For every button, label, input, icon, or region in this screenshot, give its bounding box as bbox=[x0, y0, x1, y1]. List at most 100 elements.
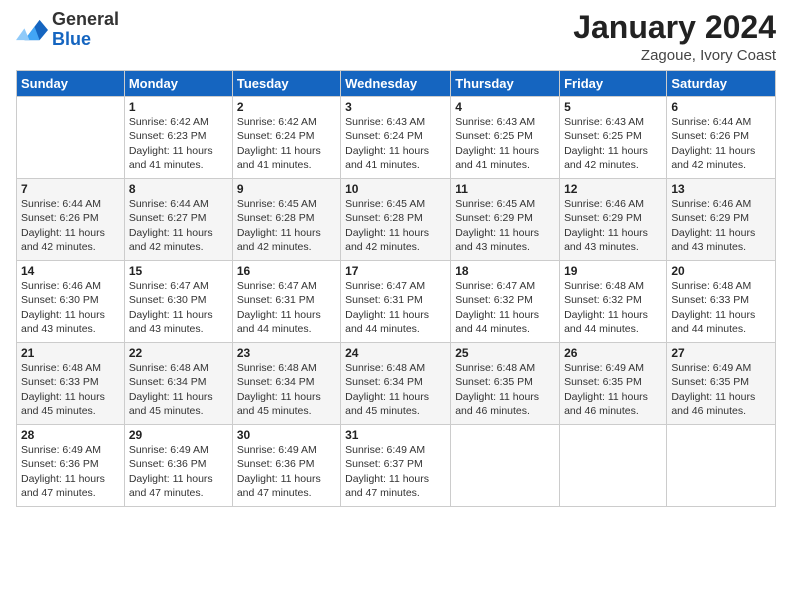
col-sunday: Sunday bbox=[17, 71, 125, 97]
day-number: 18 bbox=[455, 264, 555, 278]
day-number: 6 bbox=[671, 100, 771, 114]
day-info: Sunrise: 6:47 AMSunset: 6:32 PMDaylight:… bbox=[455, 279, 555, 336]
day-number: 20 bbox=[671, 264, 771, 278]
day-info: Sunrise: 6:43 AMSunset: 6:24 PMDaylight:… bbox=[345, 115, 446, 172]
day-number: 24 bbox=[345, 346, 446, 360]
page: General Blue January 2024 Zagoue, Ivory … bbox=[0, 0, 792, 612]
day-info: Sunrise: 6:43 AMSunset: 6:25 PMDaylight:… bbox=[455, 115, 555, 172]
calendar-cell: 26Sunrise: 6:49 AMSunset: 6:35 PMDayligh… bbox=[560, 343, 667, 425]
day-number: 10 bbox=[345, 182, 446, 196]
day-info: Sunrise: 6:47 AMSunset: 6:30 PMDaylight:… bbox=[129, 279, 228, 336]
day-info: Sunrise: 6:44 AMSunset: 6:26 PMDaylight:… bbox=[671, 115, 771, 172]
calendar-cell: 30Sunrise: 6:49 AMSunset: 6:36 PMDayligh… bbox=[232, 425, 340, 507]
col-saturday: Saturday bbox=[667, 71, 776, 97]
calendar-cell: 27Sunrise: 6:49 AMSunset: 6:35 PMDayligh… bbox=[667, 343, 776, 425]
day-info: Sunrise: 6:42 AMSunset: 6:24 PMDaylight:… bbox=[237, 115, 336, 172]
day-number: 3 bbox=[345, 100, 446, 114]
day-info: Sunrise: 6:49 AMSunset: 6:36 PMDaylight:… bbox=[21, 443, 120, 500]
calendar-cell: 14Sunrise: 6:46 AMSunset: 6:30 PMDayligh… bbox=[17, 261, 125, 343]
day-info: Sunrise: 6:48 AMSunset: 6:33 PMDaylight:… bbox=[671, 279, 771, 336]
col-wednesday: Wednesday bbox=[341, 71, 451, 97]
calendar-cell bbox=[451, 425, 560, 507]
day-info: Sunrise: 6:48 AMSunset: 6:34 PMDaylight:… bbox=[237, 361, 336, 418]
day-info: Sunrise: 6:48 AMSunset: 6:35 PMDaylight:… bbox=[455, 361, 555, 418]
day-info: Sunrise: 6:49 AMSunset: 6:37 PMDaylight:… bbox=[345, 443, 446, 500]
calendar-cell: 29Sunrise: 6:49 AMSunset: 6:36 PMDayligh… bbox=[124, 425, 232, 507]
calendar-cell bbox=[560, 425, 667, 507]
day-number: 23 bbox=[237, 346, 336, 360]
day-info: Sunrise: 6:48 AMSunset: 6:32 PMDaylight:… bbox=[564, 279, 662, 336]
calendar-cell: 11Sunrise: 6:45 AMSunset: 6:29 PMDayligh… bbox=[451, 179, 560, 261]
logo-blue: Blue bbox=[52, 30, 119, 50]
day-number: 29 bbox=[129, 428, 228, 442]
day-info: Sunrise: 6:49 AMSunset: 6:35 PMDaylight:… bbox=[671, 361, 771, 418]
calendar-cell: 19Sunrise: 6:48 AMSunset: 6:32 PMDayligh… bbox=[560, 261, 667, 343]
calendar-cell: 17Sunrise: 6:47 AMSunset: 6:31 PMDayligh… bbox=[341, 261, 451, 343]
day-number: 28 bbox=[21, 428, 120, 442]
title-block: January 2024 Zagoue, Ivory Coast bbox=[573, 10, 776, 64]
calendar-cell: 16Sunrise: 6:47 AMSunset: 6:31 PMDayligh… bbox=[232, 261, 340, 343]
calendar-cell: 2Sunrise: 6:42 AMSunset: 6:24 PMDaylight… bbox=[232, 97, 340, 179]
logo-general: General bbox=[52, 10, 119, 30]
month-title: January 2024 bbox=[573, 10, 776, 45]
calendar-header-row: Sunday Monday Tuesday Wednesday Thursday… bbox=[17, 71, 776, 97]
calendar-cell: 12Sunrise: 6:46 AMSunset: 6:29 PMDayligh… bbox=[560, 179, 667, 261]
calendar-cell: 4Sunrise: 6:43 AMSunset: 6:25 PMDaylight… bbox=[451, 97, 560, 179]
day-info: Sunrise: 6:43 AMSunset: 6:25 PMDaylight:… bbox=[564, 115, 662, 172]
calendar-cell bbox=[667, 425, 776, 507]
day-number: 2 bbox=[237, 100, 336, 114]
header: General Blue January 2024 Zagoue, Ivory … bbox=[16, 10, 776, 64]
logo-icon bbox=[16, 16, 48, 44]
day-number: 19 bbox=[564, 264, 662, 278]
day-number: 30 bbox=[237, 428, 336, 442]
calendar-cell: 28Sunrise: 6:49 AMSunset: 6:36 PMDayligh… bbox=[17, 425, 125, 507]
calendar-week-1: 1Sunrise: 6:42 AMSunset: 6:23 PMDaylight… bbox=[17, 97, 776, 179]
calendar-week-3: 14Sunrise: 6:46 AMSunset: 6:30 PMDayligh… bbox=[17, 261, 776, 343]
day-number: 13 bbox=[671, 182, 771, 196]
calendar-cell: 10Sunrise: 6:45 AMSunset: 6:28 PMDayligh… bbox=[341, 179, 451, 261]
day-number: 8 bbox=[129, 182, 228, 196]
location: Zagoue, Ivory Coast bbox=[573, 47, 776, 64]
calendar-table: Sunday Monday Tuesday Wednesday Thursday… bbox=[16, 70, 776, 507]
day-number: 17 bbox=[345, 264, 446, 278]
day-number: 27 bbox=[671, 346, 771, 360]
day-number: 21 bbox=[21, 346, 120, 360]
day-info: Sunrise: 6:47 AMSunset: 6:31 PMDaylight:… bbox=[345, 279, 446, 336]
calendar-cell: 15Sunrise: 6:47 AMSunset: 6:30 PMDayligh… bbox=[124, 261, 232, 343]
calendar-cell: 21Sunrise: 6:48 AMSunset: 6:33 PMDayligh… bbox=[17, 343, 125, 425]
day-number: 4 bbox=[455, 100, 555, 114]
day-number: 15 bbox=[129, 264, 228, 278]
day-info: Sunrise: 6:46 AMSunset: 6:30 PMDaylight:… bbox=[21, 279, 120, 336]
day-info: Sunrise: 6:46 AMSunset: 6:29 PMDaylight:… bbox=[564, 197, 662, 254]
day-number: 5 bbox=[564, 100, 662, 114]
calendar-cell: 23Sunrise: 6:48 AMSunset: 6:34 PMDayligh… bbox=[232, 343, 340, 425]
day-info: Sunrise: 6:42 AMSunset: 6:23 PMDaylight:… bbox=[129, 115, 228, 172]
day-info: Sunrise: 6:48 AMSunset: 6:34 PMDaylight:… bbox=[129, 361, 228, 418]
logo: General Blue bbox=[16, 10, 119, 50]
calendar-cell: 22Sunrise: 6:48 AMSunset: 6:34 PMDayligh… bbox=[124, 343, 232, 425]
day-number: 26 bbox=[564, 346, 662, 360]
day-info: Sunrise: 6:45 AMSunset: 6:28 PMDaylight:… bbox=[237, 197, 336, 254]
day-info: Sunrise: 6:48 AMSunset: 6:34 PMDaylight:… bbox=[345, 361, 446, 418]
calendar-cell: 5Sunrise: 6:43 AMSunset: 6:25 PMDaylight… bbox=[560, 97, 667, 179]
day-info: Sunrise: 6:49 AMSunset: 6:36 PMDaylight:… bbox=[129, 443, 228, 500]
calendar-week-2: 7Sunrise: 6:44 AMSunset: 6:26 PMDaylight… bbox=[17, 179, 776, 261]
calendar-week-4: 21Sunrise: 6:48 AMSunset: 6:33 PMDayligh… bbox=[17, 343, 776, 425]
calendar-cell: 3Sunrise: 6:43 AMSunset: 6:24 PMDaylight… bbox=[341, 97, 451, 179]
col-thursday: Thursday bbox=[451, 71, 560, 97]
day-info: Sunrise: 6:44 AMSunset: 6:26 PMDaylight:… bbox=[21, 197, 120, 254]
day-number: 25 bbox=[455, 346, 555, 360]
day-number: 11 bbox=[455, 182, 555, 196]
calendar-cell: 8Sunrise: 6:44 AMSunset: 6:27 PMDaylight… bbox=[124, 179, 232, 261]
calendar-cell bbox=[17, 97, 125, 179]
day-number: 12 bbox=[564, 182, 662, 196]
calendar-cell: 20Sunrise: 6:48 AMSunset: 6:33 PMDayligh… bbox=[667, 261, 776, 343]
day-number: 31 bbox=[345, 428, 446, 442]
day-info: Sunrise: 6:49 AMSunset: 6:36 PMDaylight:… bbox=[237, 443, 336, 500]
day-info: Sunrise: 6:45 AMSunset: 6:29 PMDaylight:… bbox=[455, 197, 555, 254]
logo-text: General Blue bbox=[52, 10, 119, 50]
col-friday: Friday bbox=[560, 71, 667, 97]
day-number: 22 bbox=[129, 346, 228, 360]
calendar-cell: 25Sunrise: 6:48 AMSunset: 6:35 PMDayligh… bbox=[451, 343, 560, 425]
calendar-cell: 24Sunrise: 6:48 AMSunset: 6:34 PMDayligh… bbox=[341, 343, 451, 425]
